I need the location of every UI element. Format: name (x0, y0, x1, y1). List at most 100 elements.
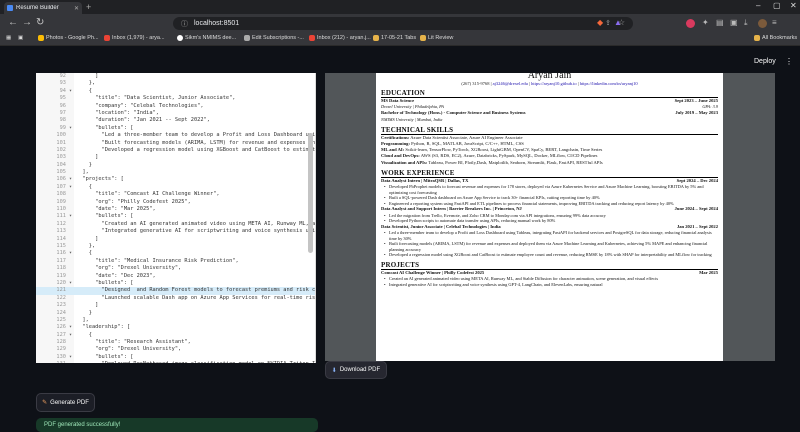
line-number: 131 (36, 361, 66, 363)
bookmark-label: 17-05-21 Tabs (381, 35, 417, 41)
fold-chevron-icon: ▾ (66, 124, 73, 131)
code-text: } (76, 161, 92, 168)
profile-avatar[interactable] (758, 19, 767, 28)
line-number: 96 (59, 102, 66, 109)
extension-icon[interactable] (686, 19, 695, 28)
code-line: 96 "company": "Celebal Technologies", (36, 103, 315, 110)
reload-icon[interactable]: ↻ (36, 17, 44, 28)
streamlit-favicon-icon (7, 5, 13, 11)
all-bookmarks[interactable]: All Bookmarks (754, 35, 797, 41)
code-text: "title": "Comcast AI Challenge Winner", (76, 191, 220, 198)
json-code-editor[interactable]: 92 ] 93 }, 94 ▾ {95 "title": "Data Scienti… (36, 73, 316, 363)
line-number: 115 (56, 242, 66, 249)
contact-linkedin[interactable]: https://linkedin.com/in/aryanj10 (580, 81, 638, 86)
fold-chevron-icon: ▾ (66, 183, 73, 190)
contact-email[interactable]: aj3246@drexel.edu (493, 81, 528, 86)
bookmark-sikm[interactable]: Sikm's NMIMS dee... (177, 35, 236, 41)
line-number: 121 (56, 287, 66, 294)
code-line: 98 "duration": "Jan 2021 -- Sept 2022", (36, 117, 315, 124)
browser-tab-title: Resume Builder (16, 5, 59, 11)
new-tab-icon[interactable]: + (86, 2, 91, 12)
job-bullet: Developed a regression model using XGBoo… (381, 252, 718, 258)
back-icon[interactable]: ← (8, 17, 18, 28)
code-line: 116 ▾ { (36, 250, 315, 257)
bookmark-icon-2[interactable]: ▣ (18, 35, 23, 41)
line-number: 127 (56, 331, 66, 338)
code-line: 93 }, (36, 80, 315, 87)
code-line: 104 } (36, 162, 315, 169)
brave-shield-icon[interactable]: ◆ (597, 18, 603, 27)
fold-chevron-icon: ▾ (66, 87, 73, 94)
maximize-icon[interactable]: ▢ (773, 1, 781, 10)
downloads-icon[interactable]: ⤓ (744, 18, 748, 28)
code-line: 111 ▾ "bullets": [ (36, 213, 315, 220)
apps-grid-icon[interactable]: ▦ (6, 35, 11, 41)
work-list: Data Analyst Intern | MitraQSR | Dallas,… (381, 178, 718, 258)
resume-name: Aryan Jain (527, 73, 572, 81)
line-number: 95 (59, 95, 66, 102)
code-text: ], (76, 316, 89, 323)
line-number: 100 (56, 132, 66, 139)
code-lines: 92 ] 93 }, 94 ▾ {95 "title": "Data Scienti… (36, 73, 315, 363)
code-line: 127 ▾ { (36, 332, 315, 339)
skill-values: Azure Data Scientist Associate, Azure AI… (409, 134, 523, 140)
extensions-puzzle-icon[interactable]: ✦ (702, 18, 709, 27)
url-text: localhost:8501 (194, 20, 240, 27)
code-text: }, (76, 242, 96, 249)
code-line: 119 "date": "Dec 2023", (36, 273, 315, 280)
bookmark-tabs[interactable]: 17-05-21 Tabs (373, 35, 416, 41)
line-number: 112 (56, 220, 66, 227)
skills-list: Certifications: Azure Data Scientist Ass… (381, 135, 718, 166)
download-pdf-button[interactable]: ⬇ Download PDF (325, 361, 387, 379)
bookmark-photos[interactable]: Photos - Google Ph... (38, 35, 99, 41)
sidebar-icon[interactable]: ▤ (716, 18, 724, 27)
pdf-preview[interactable]: Aryan Jain (267) 315-9768 | aj3246@drexe… (325, 73, 775, 361)
code-line: 123 ] (36, 302, 315, 309)
close-tab-icon[interactable]: ✕ (74, 5, 79, 12)
code-text: "location": "India", (76, 109, 159, 116)
generate-pdf-button[interactable]: ✎ Generate PDF (36, 393, 95, 412)
share-icon[interactable]: ⇪ (605, 19, 611, 27)
bookmark-label: Lit Review (428, 35, 454, 41)
bookmark-inbox-2[interactable]: Inbox (212) - aryan.j... (309, 35, 371, 41)
deploy-button[interactable]: Deploy (754, 58, 776, 65)
code-text: "projects": [ (76, 176, 124, 183)
code-text: "Developed a regression model using XGBo… (76, 146, 316, 153)
fold-chevron-icon: ▾ (66, 279, 73, 286)
bookmark-lit-review[interactable]: Lit Review (420, 35, 453, 41)
line-number: 98 (59, 117, 66, 124)
close-window-icon[interactable]: ✕ (790, 1, 797, 10)
download-label: Download PDF (339, 367, 381, 373)
wallet-icon[interactable]: ▣ (730, 18, 738, 27)
skill-category: Cloud and DevOps: (381, 153, 420, 159)
code-text: "title": "Research Assistant", (76, 339, 191, 346)
code-text: { (76, 87, 92, 94)
bookmark-label: Sikm's NMIMS dee... (185, 35, 237, 41)
resume-page: Aryan Jain (267) 315-9768 | aj3246@drexe… (376, 73, 723, 361)
editor-scrollbar[interactable] (308, 133, 313, 253)
browser-tab[interactable]: Resume Builder ✕ (4, 2, 82, 14)
bookmark-inbox-1[interactable]: Inbox (1,979) - arya... (104, 35, 165, 41)
menu-icon[interactable]: ≡ (772, 18, 777, 27)
resume-contact: (267) 315-9768 | aj3246@drexel.edu | htt… (461, 81, 638, 86)
bookmark-subscriptions[interactable]: Edit Subscriptions -... (244, 35, 304, 41)
address-bar[interactable]: ⓘ localhost:8501 ⇪ ☆ (173, 17, 633, 30)
site-info-icon[interactable]: ⓘ (181, 19, 188, 29)
code-text: ] (76, 302, 99, 309)
contact-github[interactable]: https://aryanj10.github.io (531, 81, 577, 86)
code-line: 118 "org": "Drexel University", (36, 265, 315, 272)
code-text: "Launched scalable Dash app on Azure App… (76, 294, 316, 301)
code-text: }, (76, 80, 96, 87)
code-text: ] (76, 154, 99, 161)
line-number: 118 (56, 265, 66, 272)
page-icon (244, 35, 250, 41)
line-number: 104 (56, 161, 66, 168)
projects-list: Comcast AI Challenge Winner | Philly Cod… (381, 270, 718, 287)
fold-chevron-icon: ▾ (66, 324, 73, 331)
forward-icon[interactable]: → (22, 17, 32, 28)
skill-row: Visualization and APIs: Tableau, Power B… (381, 160, 718, 166)
main-menu-icon[interactable]: ⋮ (785, 57, 793, 66)
brave-rewards-icon[interactable]: ▲ (614, 18, 622, 27)
contact-phone: (267) 315-9768 | (461, 81, 492, 86)
minimize-icon[interactable]: – (756, 1, 760, 10)
